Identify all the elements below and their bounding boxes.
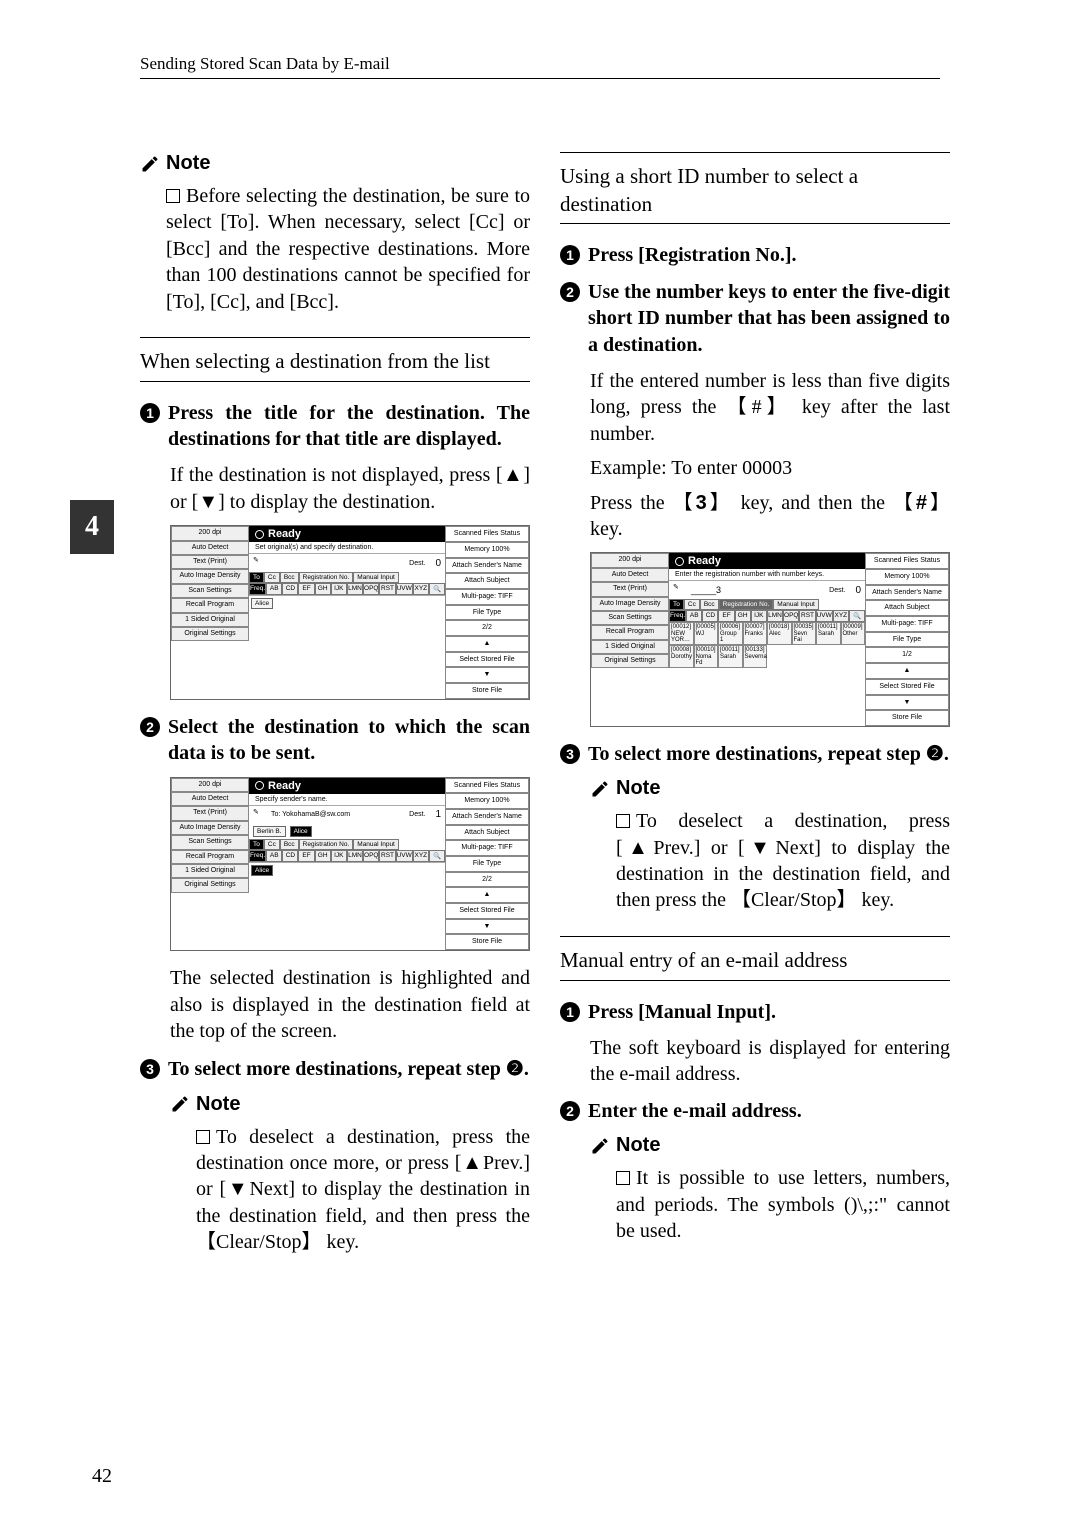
ui-screenshot-3: 200 dpi Auto Detect Text (Print) Auto Im… bbox=[590, 552, 950, 727]
list-item[interactable]: [00010] Noma Fd bbox=[694, 645, 719, 668]
status-circle-icon bbox=[255, 781, 264, 790]
step-m1-detail: The soft keyboard is displayed for enter… bbox=[590, 1035, 950, 1088]
pencil-icon bbox=[590, 1136, 610, 1156]
tab-bcc[interactable]: Bcc bbox=[280, 572, 299, 583]
note-body-r: To deselect a destination, press [▲Prev.… bbox=[616, 808, 950, 914]
step-1: 1 Press the title for the destination. T… bbox=[140, 400, 530, 453]
checkbox-icon bbox=[196, 1130, 210, 1144]
pen-icon: ✎ bbox=[253, 556, 267, 570]
right-column: Using a short ID number to select a dest… bbox=[560, 152, 950, 1244]
note-body-2: To deselect a destination, press the des… bbox=[196, 1124, 530, 1256]
subheading: When selecting a destination from the li… bbox=[140, 337, 530, 376]
step-m2: 2 Enter the e-mail address. bbox=[560, 1098, 950, 1124]
list-item[interactable]: [00005] WJ bbox=[694, 622, 719, 645]
up-arrow-button[interactable]: ▲ bbox=[445, 887, 529, 903]
step-number-3: 3 bbox=[140, 1059, 160, 1079]
list-item[interactable]: [00009] Other bbox=[841, 622, 866, 645]
step-r2-detail3: Press the 3 key, and then the # key. bbox=[590, 490, 950, 543]
up-arrow-button[interactable]: ▲ bbox=[865, 663, 949, 679]
subheading-r2: Manual entry of an e-mail address bbox=[560, 936, 950, 975]
step-2-detail: The selected destination is highlighted … bbox=[170, 965, 530, 1044]
list-item[interactable]: [00008] Dorothy bbox=[669, 645, 694, 668]
checkbox-icon bbox=[166, 189, 180, 203]
step-1-detail: If the destination is not displayed, pre… bbox=[170, 462, 530, 515]
list-item[interactable]: [00011] Sarah bbox=[718, 645, 743, 668]
list-item[interactable]: [00011] Sarah bbox=[816, 622, 841, 645]
list-item[interactable]: [00133] Severna bbox=[743, 645, 768, 668]
checkbox-icon bbox=[616, 814, 630, 828]
status-circle-icon bbox=[255, 530, 264, 539]
step-number-2: 2 bbox=[560, 1101, 580, 1121]
down-arrow-button[interactable]: ▼ bbox=[445, 919, 529, 935]
step-m1: 1 Press [Manual Input]. bbox=[560, 999, 950, 1025]
pencil-icon bbox=[140, 154, 160, 174]
key-hash: # bbox=[893, 492, 950, 514]
step-r2: 2 Use the number keys to enter the five-… bbox=[560, 279, 950, 358]
subheading-r1: Using a short ID number to select a dest… bbox=[560, 152, 950, 218]
list-item[interactable]: [00018] Alec bbox=[767, 622, 792, 645]
down-arrow-button[interactable]: ▼ bbox=[445, 667, 529, 683]
list-item[interactable]: [00035] Sevn Fai bbox=[792, 622, 817, 645]
running-head: Sending Stored Scan Data by E-mail bbox=[140, 54, 940, 79]
tab-reg-no[interactable]: Registration No. bbox=[299, 572, 354, 583]
note-heading-r2: Note bbox=[590, 1134, 950, 1157]
pen-icon: ✎ bbox=[673, 583, 687, 597]
step-number-2: 2 bbox=[140, 717, 160, 737]
list-item[interactable]: [00012] NEW YOR… bbox=[669, 622, 694, 645]
status-circle-icon bbox=[675, 557, 684, 566]
pencil-icon bbox=[590, 779, 610, 799]
tab-to[interactable]: To bbox=[249, 572, 264, 583]
checkbox-icon bbox=[616, 1171, 630, 1185]
ui-screenshot-2: 200 dpi Auto Detect Text (Print) Auto Im… bbox=[170, 777, 530, 952]
note-label: Note bbox=[166, 152, 210, 175]
note-heading: Note bbox=[140, 152, 530, 175]
note-heading-2: Note bbox=[170, 1093, 530, 1116]
search-icon[interactable]: 🔍 bbox=[849, 610, 865, 622]
destination-chip[interactable]: Alice bbox=[251, 598, 273, 609]
step-number-1: 1 bbox=[560, 245, 580, 265]
tab-manual[interactable]: Manual Input bbox=[353, 572, 399, 583]
step-r3: 3 To select more destinations, repeat st… bbox=[560, 741, 950, 767]
step-number-3: 3 bbox=[560, 744, 580, 764]
list-item[interactable]: [00007] Franks bbox=[743, 622, 768, 645]
step-2: 2 Select the destination to which the sc… bbox=[140, 714, 530, 767]
step-r2-detail1: If the entered number is less than five … bbox=[590, 368, 950, 447]
step-r2-detail2: Example: To enter 00003 bbox=[590, 455, 950, 481]
ui-screenshot-1: 200 dpi Auto Detect Text (Print) Auto Im… bbox=[170, 525, 530, 700]
step-r1: 1 Press [Registration No.]. bbox=[560, 242, 950, 268]
left-column: Note Before selecting the destination, b… bbox=[140, 152, 530, 1256]
step-number-2: 2 bbox=[560, 282, 580, 302]
list-item[interactable]: [00006] Group 1 bbox=[718, 622, 743, 645]
chapter-tab: 4 bbox=[70, 500, 114, 554]
step-number-1: 1 bbox=[560, 1002, 580, 1022]
step-number-1: 1 bbox=[140, 403, 160, 423]
pencil-icon bbox=[170, 1094, 190, 1114]
key-3: 3 bbox=[673, 492, 733, 514]
note-heading-r: Note bbox=[590, 777, 950, 800]
page-number: 42 bbox=[92, 1465, 112, 1488]
down-arrow-button[interactable]: ▼ bbox=[865, 695, 949, 711]
search-icon[interactable]: 🔍 bbox=[429, 850, 445, 862]
pen-icon: ✎ bbox=[253, 808, 267, 822]
search-icon[interactable]: 🔍 bbox=[429, 583, 445, 595]
tab-cc[interactable]: Cc bbox=[264, 572, 280, 583]
step-3: 3 To select more destinations, repeat st… bbox=[140, 1056, 530, 1082]
note-body: Before selecting the destination, be sur… bbox=[166, 183, 530, 315]
up-arrow-button[interactable]: ▲ bbox=[445, 636, 529, 652]
note-body-r2: It is possible to use letters, numbers, … bbox=[616, 1165, 950, 1244]
